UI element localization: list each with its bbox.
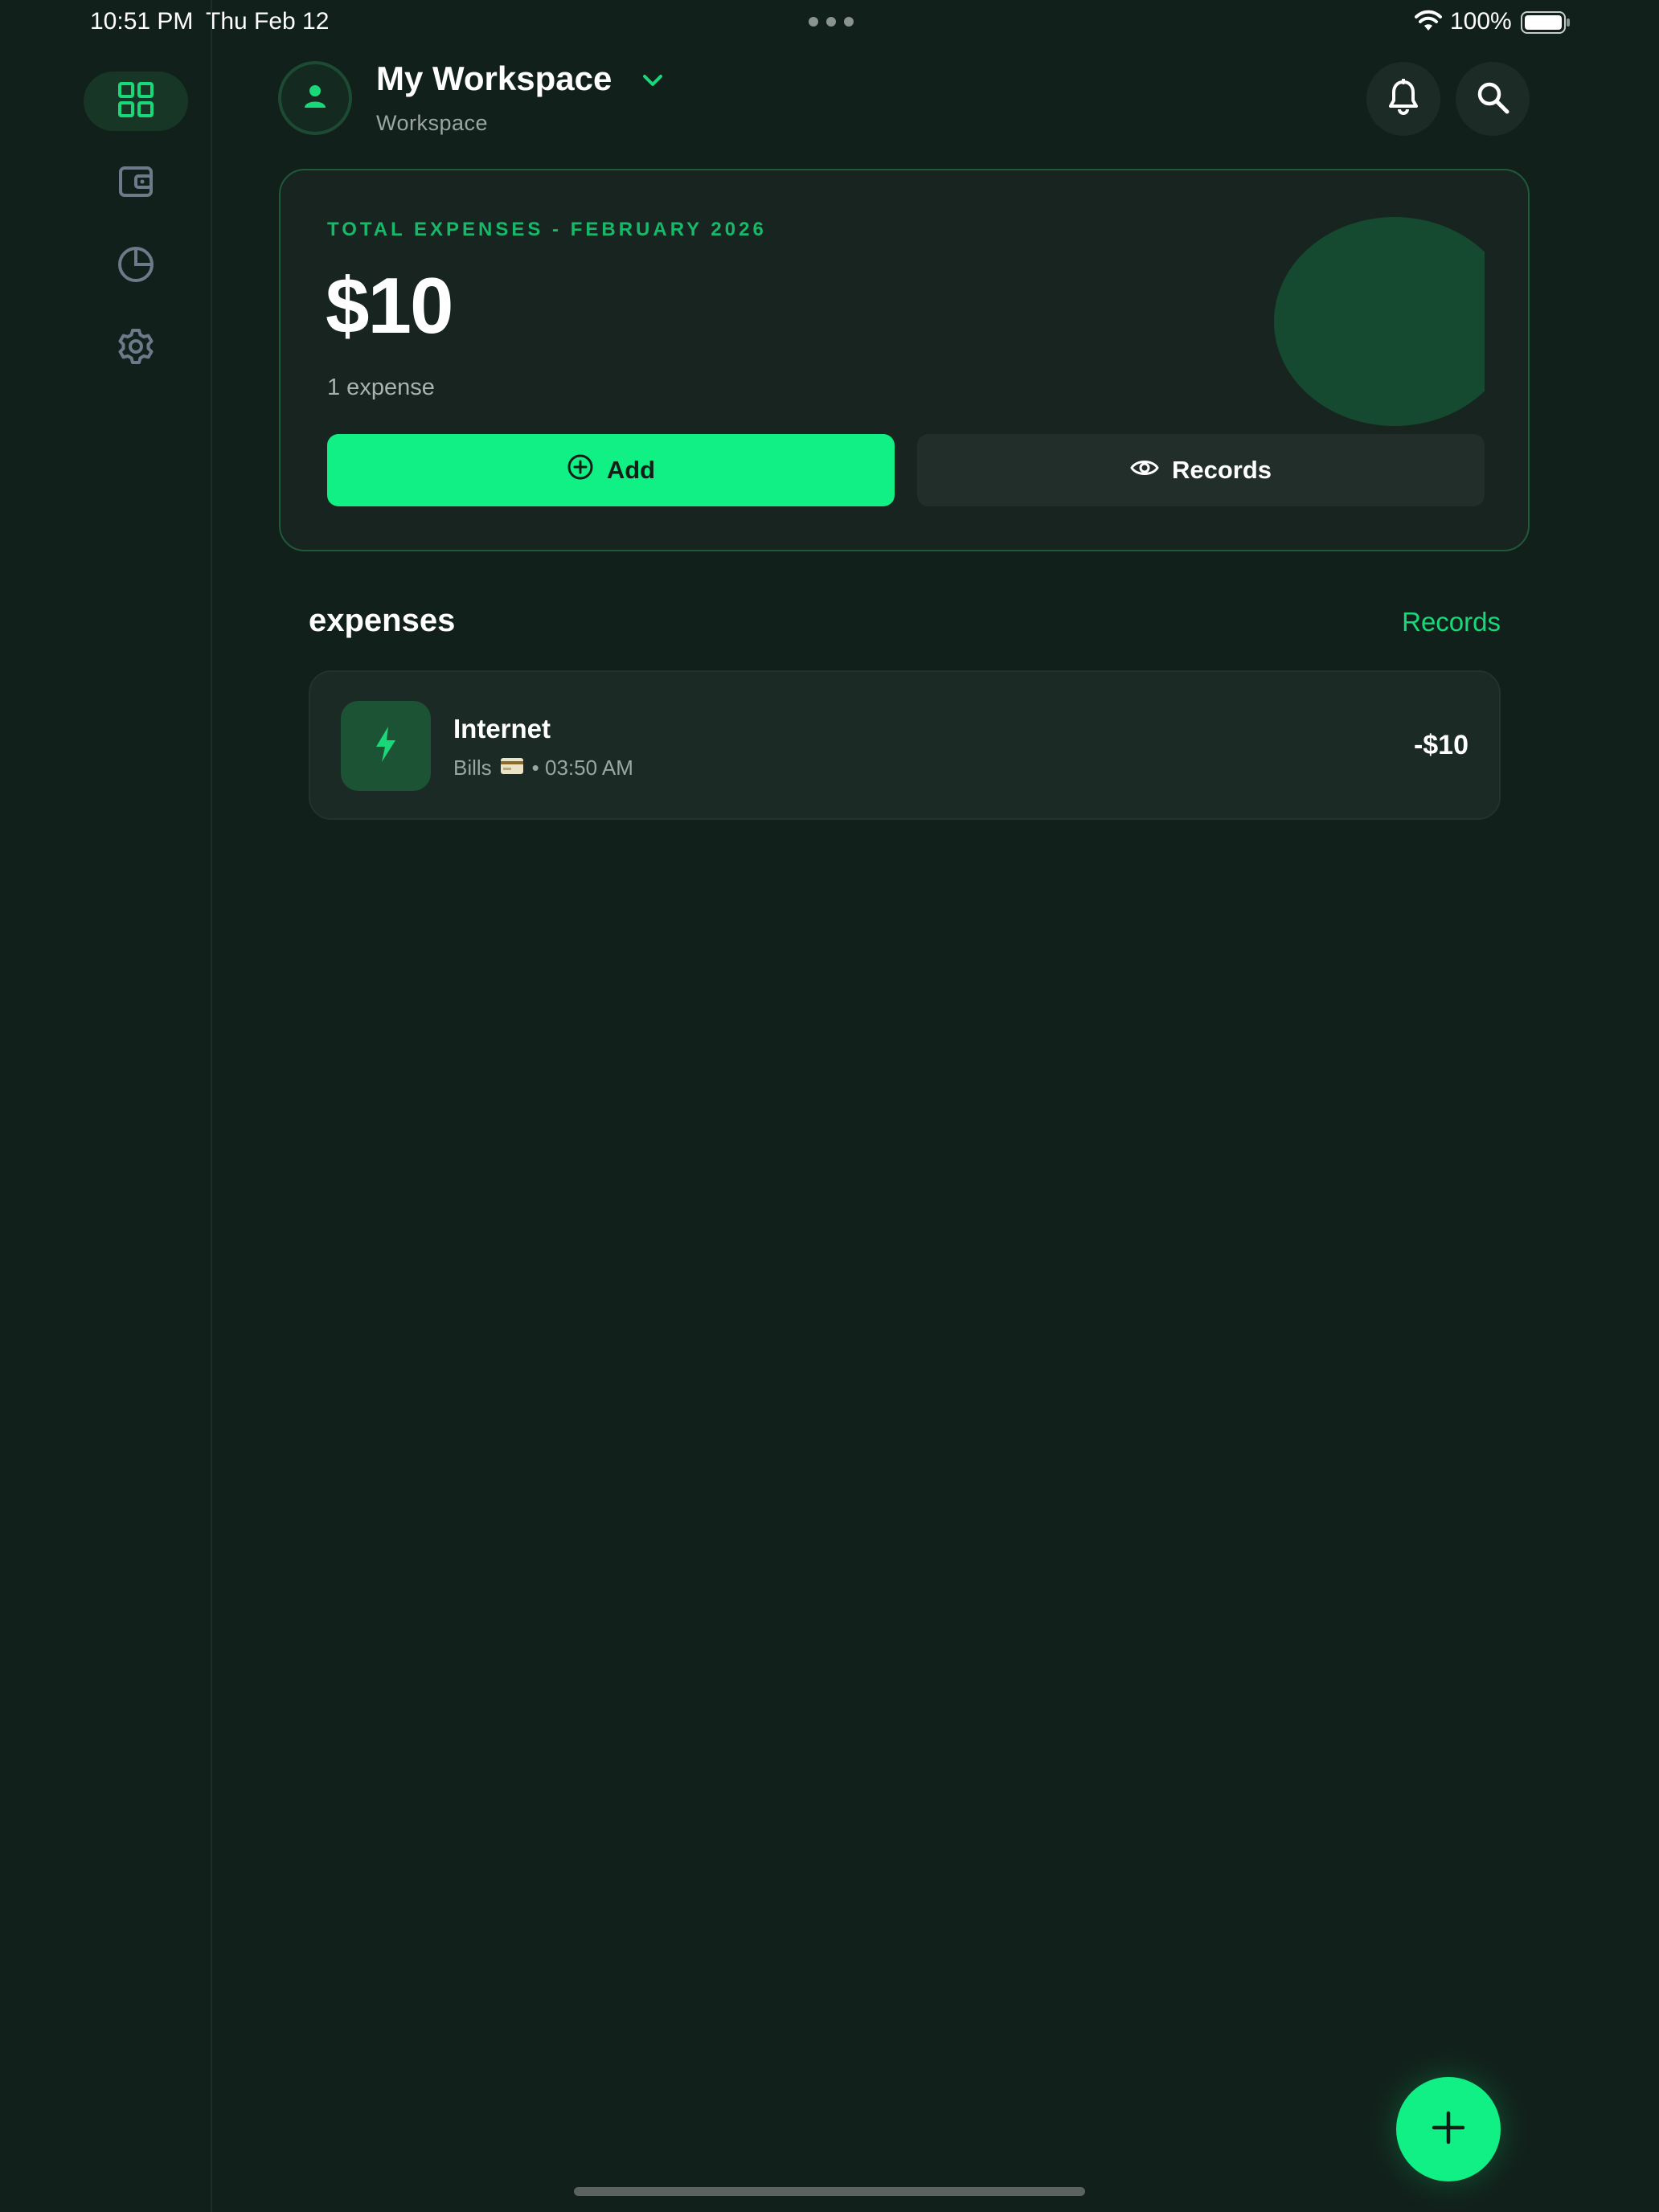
chevron-down-icon[interactable]	[641, 72, 664, 92]
notifications-button[interactable]	[1366, 62, 1440, 136]
view-records-button[interactable]: Records	[917, 434, 1485, 506]
expense-count: 1 expense	[327, 375, 435, 400]
bell-icon	[1387, 77, 1420, 120]
search-button[interactable]	[1456, 62, 1530, 136]
list-item[interactable]: Internet Bills • 03:50 AM -$10	[309, 670, 1501, 820]
floating-add-button[interactable]	[1396, 2077, 1501, 2181]
workspace-title[interactable]: My Workspace	[376, 59, 612, 98]
home-indicator[interactable]	[574, 2187, 1085, 2196]
search-icon	[1475, 80, 1510, 119]
total-expenses-card: TOTAL EXPENSES - FEBRUARY 2026 $10 1 exp…	[279, 169, 1530, 551]
eye-icon	[1130, 456, 1159, 485]
dashboard-grid-icon	[118, 81, 154, 121]
records-link[interactable]: Records	[1334, 607, 1501, 637]
sidebar-item-settings[interactable]	[84, 318, 188, 378]
expense-meta: Bills • 03:50 AM	[453, 756, 633, 780]
multitasking-dots-icon[interactable]	[809, 17, 854, 27]
status-date: Thu Feb 12	[206, 8, 330, 35]
battery-icon	[1521, 11, 1571, 38]
plus-icon	[1431, 2110, 1466, 2149]
expense-name: Internet	[453, 714, 551, 743]
wifi-icon	[1415, 10, 1442, 36]
category-icon-tile	[341, 701, 431, 791]
lightning-icon	[372, 725, 399, 768]
section-title: expenses	[309, 603, 456, 638]
total-expenses-amount: $10	[326, 261, 454, 350]
expense-amount: -$10	[1413, 730, 1469, 760]
records-button-label: Records	[1171, 456, 1272, 484]
status-bar: 10:51 PM Thu Feb 12 100%	[0, 0, 1659, 45]
sidebar-item-reports[interactable]	[84, 236, 188, 296]
pie-chart-icon	[117, 245, 155, 288]
credit-card-icon	[500, 756, 524, 780]
user-icon	[301, 82, 330, 115]
sidebar-item-dashboard[interactable]	[84, 72, 188, 131]
add-button-label: Add	[606, 456, 656, 484]
expense-category: Bills	[453, 756, 492, 780]
expense-time: • 03:50 AM	[531, 756, 633, 780]
wallet-icon	[118, 164, 154, 203]
gear-icon	[117, 327, 155, 370]
workspace-subtitle: Workspace	[376, 111, 489, 135]
avatar[interactable]	[278, 61, 352, 135]
sidebar-item-wallet[interactable]	[84, 154, 188, 213]
decorative-circle	[1274, 217, 1491, 434]
add-expense-button[interactable]: Add	[327, 434, 895, 506]
total-expenses-label: TOTAL EXPENSES - FEBRUARY 2026	[327, 219, 767, 240]
battery-percent: 100%	[1450, 8, 1512, 35]
plus-circle-icon	[567, 453, 594, 487]
sidebar	[0, 0, 212, 2212]
